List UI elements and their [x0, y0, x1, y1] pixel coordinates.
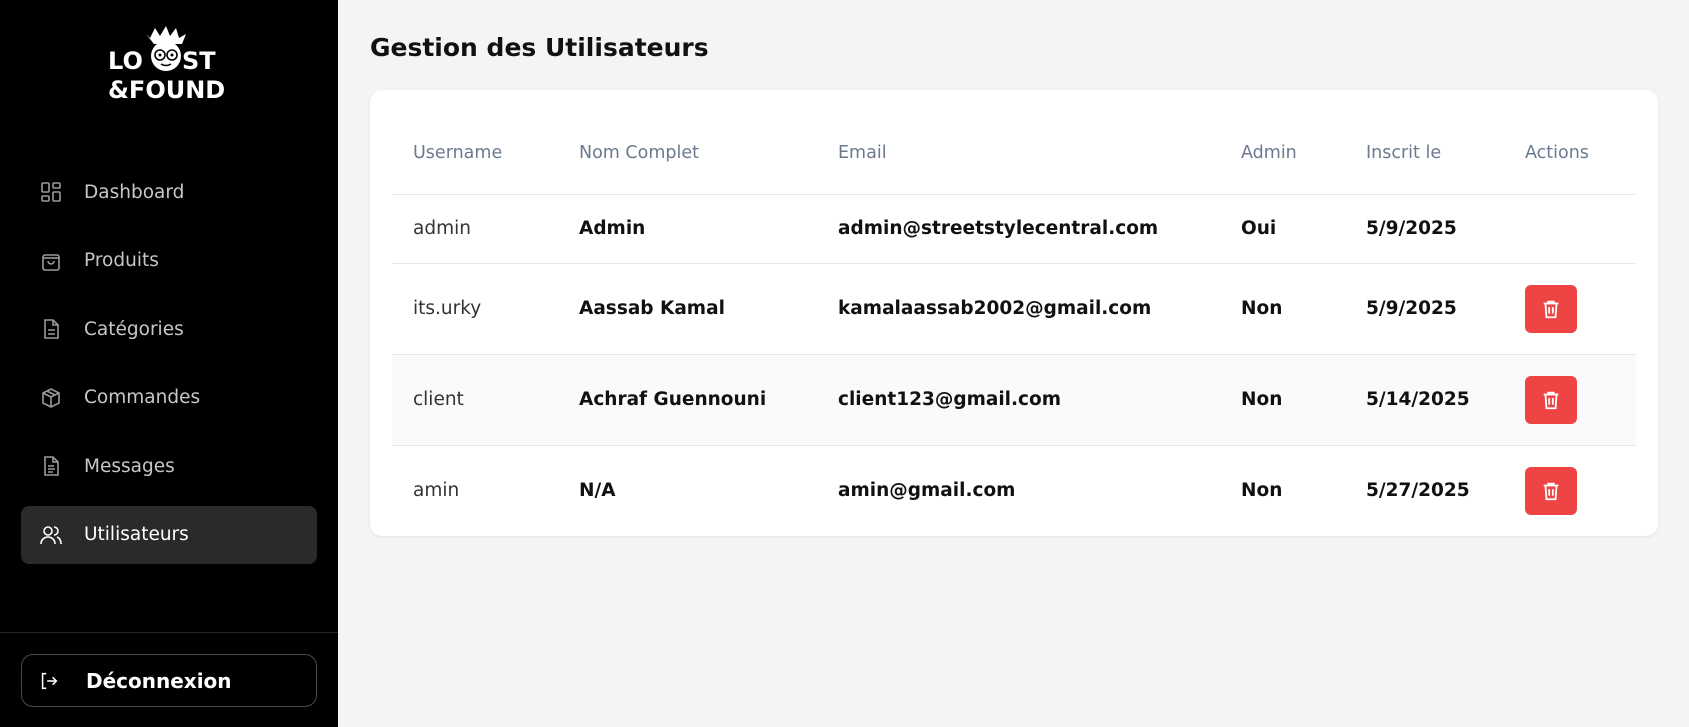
delete-user-button[interactable] — [1525, 466, 1577, 515]
dashboard-icon — [38, 179, 64, 205]
sidebar-item-label: Catégories — [84, 318, 184, 340]
cell-username: its.urky — [392, 263, 558, 355]
svg-text:ST: ST — [182, 47, 216, 75]
column-header-actions: Actions — [1504, 112, 1636, 195]
package-icon — [38, 385, 64, 411]
cell-registered: 5/9/2025 — [1345, 194, 1504, 264]
users-icon — [38, 522, 64, 548]
cell-email: admin@streetstylecentral.com — [817, 194, 1220, 264]
cell-email: kamalaassab2002@gmail.com — [817, 263, 1220, 355]
table-row: its.urky Aassab Kamal kamalaassab2002@gm… — [392, 263, 1636, 355]
cell-full-name: Achraf Guennouni — [558, 354, 817, 446]
page-title: Gestion des Utilisateurs — [370, 33, 709, 62]
message-document-icon — [38, 453, 64, 479]
cell-username: amin — [413, 480, 460, 502]
sidebar-item-label: Dashboard — [84, 181, 185, 203]
cell-email: client123@gmail.com — [817, 354, 1220, 446]
svg-text:LO: LO — [108, 47, 143, 75]
delete-user-button[interactable] — [1525, 375, 1577, 424]
sidebar-item-messages[interactable]: Messages — [21, 437, 317, 495]
cell-actions — [1504, 194, 1636, 264]
cell-actions — [1504, 445, 1636, 536]
cell-username: admin — [392, 194, 558, 264]
cell-admin: Non — [1220, 354, 1345, 446]
users-card: Username Nom Complet Email Admin Inscrit… — [370, 90, 1658, 536]
cell-full-name: Aassab Kamal — [558, 263, 817, 355]
column-header-registered[interactable]: Inscrit le — [1345, 112, 1504, 195]
users-table: Username Nom Complet Email Admin Inscrit… — [392, 112, 1636, 536]
logout-button[interactable]: Déconnexion — [21, 654, 317, 707]
cell-actions — [1504, 354, 1636, 446]
table-header-row: Username Nom Complet Email Admin Inscrit… — [392, 112, 1636, 195]
logout-label: Déconnexion — [86, 668, 232, 693]
lost-and-found-logo-icon: LO ST &FOUND — [108, 26, 225, 102]
document-icon — [38, 316, 64, 342]
cell-actions — [1504, 263, 1636, 355]
column-header-admin[interactable]: Admin — [1220, 112, 1345, 195]
trash-icon — [1543, 300, 1559, 318]
column-header-username[interactable]: Username — [392, 112, 558, 195]
brand-logo[interactable]: LO ST &FOUND — [108, 26, 228, 102]
cell-email: amin@gmail.com — [838, 480, 1016, 502]
trash-icon — [1543, 482, 1559, 500]
brand-line2: &FOUND — [108, 76, 225, 102]
logout-icon — [38, 669, 62, 693]
sidebar: LO ST &FOUND Dashboard Produits Catégori… — [0, 0, 338, 727]
cell-admin: Non — [1241, 480, 1283, 502]
column-header-email[interactable]: Email — [817, 112, 1220, 195]
table-row: client Achraf Guennouni client123@gmail.… — [392, 354, 1636, 446]
sidebar-item-categories[interactable]: Catégories — [21, 300, 317, 358]
cell-registered: 5/27/2025 — [1366, 480, 1470, 502]
column-header-full-name[interactable]: Nom Complet — [558, 112, 817, 195]
main-content: Gestion des Utilisateurs Username Nom Co… — [338, 0, 1689, 727]
table-row: amin N/A amin@gmail.com Non 5/27/2025 — [392, 445, 1636, 536]
shopping-bag-icon — [38, 248, 64, 274]
sidebar-item-utilisateurs[interactable]: Utilisateurs — [21, 505, 317, 564]
cell-admin: Oui — [1220, 194, 1345, 264]
sidebar-divider — [0, 632, 338, 633]
delete-user-button[interactable] — [1525, 284, 1577, 333]
sidebar-nav: Dashboard Produits Catégories Commandes … — [21, 163, 317, 575]
cell-full-name: Admin — [558, 194, 817, 264]
sidebar-item-label: Messages — [84, 455, 175, 477]
sidebar-item-produits[interactable]: Produits — [21, 232, 317, 290]
sidebar-item-commandes[interactable]: Commandes — [21, 369, 317, 427]
cell-full-name: N/A — [579, 480, 616, 502]
sidebar-item-dashboard[interactable]: Dashboard — [21, 163, 317, 221]
cell-admin: Non — [1220, 263, 1345, 355]
sidebar-item-label: Utilisateurs — [84, 524, 189, 546]
table-row: admin Admin admin@streetstylecentral.com… — [392, 194, 1636, 264]
trash-icon — [1543, 391, 1559, 409]
cell-registered: 5/9/2025 — [1345, 263, 1504, 355]
sidebar-item-label: Produits — [84, 250, 159, 272]
cell-username: client — [392, 354, 558, 446]
cell-registered: 5/14/2025 — [1345, 354, 1504, 446]
sidebar-item-label: Commandes — [84, 387, 201, 409]
